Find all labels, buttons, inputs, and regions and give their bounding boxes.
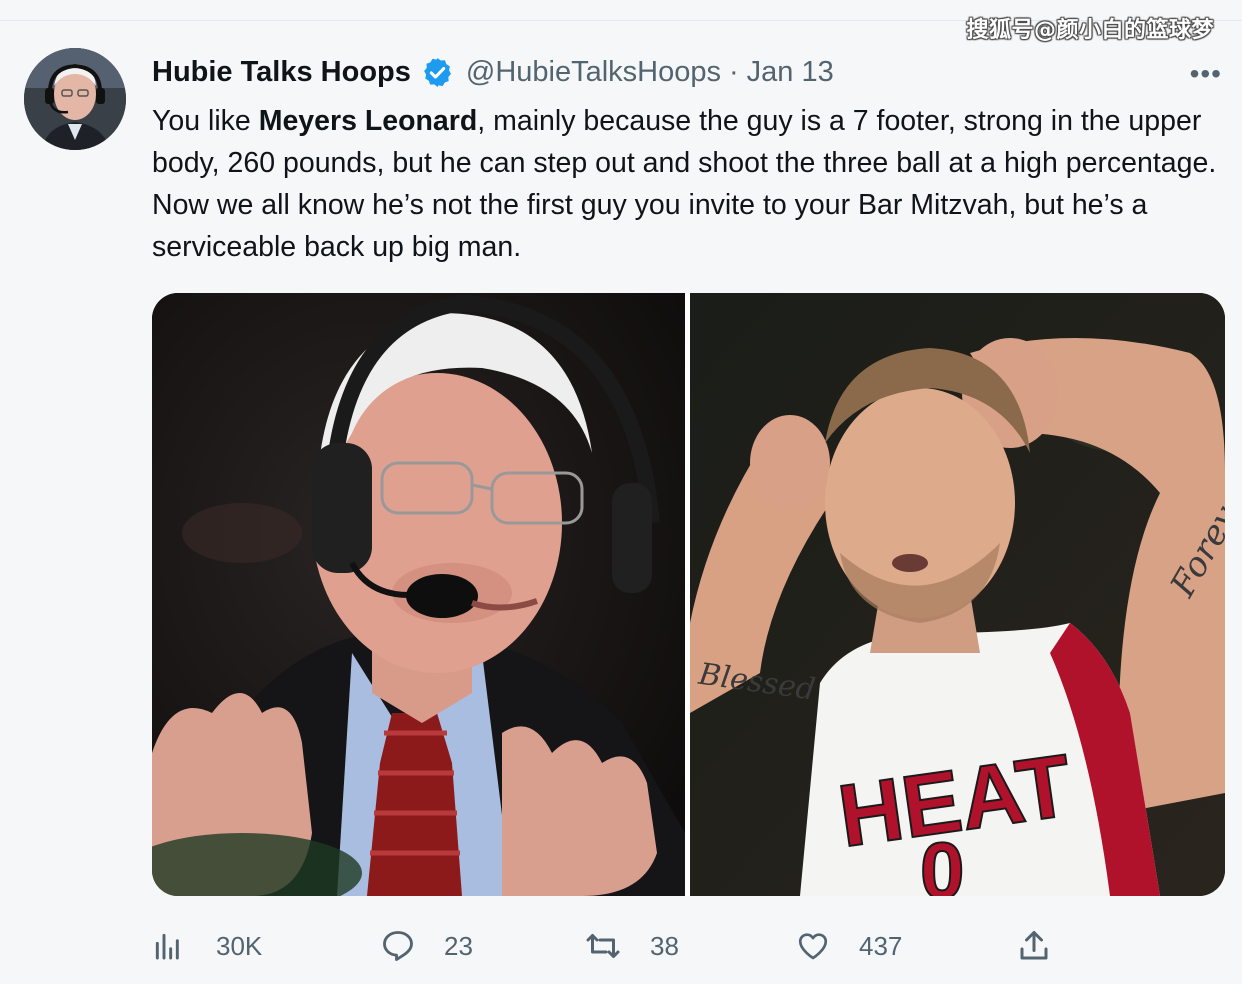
tweet-date[interactable]: Jan 13 [747, 56, 834, 89]
views-count: 30K [216, 930, 263, 961]
author-name[interactable]: Hubie Talks Hoops [152, 56, 411, 89]
retweet-count: 38 [650, 930, 679, 961]
tweet-text-part1: You like [152, 105, 259, 137]
analytics-icon [155, 933, 179, 960]
avatar[interactable] [24, 48, 126, 150]
reply-count: 23 [444, 930, 473, 961]
tweet-media[interactable]: HEAT 0 Blessed Forever [152, 293, 1225, 896]
like-count: 437 [859, 930, 903, 961]
author-handle[interactable]: @HubieTalksHoops [466, 56, 721, 89]
verified-badge-icon [424, 57, 451, 87]
share-icon [1020, 931, 1048, 960]
share-button[interactable] [1016, 926, 1052, 966]
tweet-text-mention: Meyers Leonard [258, 105, 478, 137]
retweet-icon [586, 934, 620, 958]
media-left-photo[interactable] [152, 293, 685, 896]
heart-icon [798, 933, 828, 960]
avatar-image [24, 48, 126, 150]
jersey-number: 0 [920, 826, 965, 896]
tweet-text: You like Meyers Leonard, mainly because … [152, 100, 1232, 268]
views-button[interactable]: 30K [152, 926, 262, 966]
more-options-button[interactable]: ••• [1190, 58, 1222, 90]
retweet-button[interactable]: 38 [584, 926, 679, 966]
reply-button[interactable]: 23 [380, 926, 473, 966]
player-photo: HEAT 0 Blessed Forever [690, 293, 1225, 896]
tweet-action-bar: 30K 23 38 437 [152, 926, 1232, 966]
like-button[interactable]: 437 [795, 926, 902, 966]
tweet-header: Hubie Talks Hoops @HubieTalksHoops · Jan… [152, 54, 1212, 90]
commentator-photo [152, 293, 685, 896]
media-right-photo[interactable]: HEAT 0 Blessed Forever [690, 293, 1225, 896]
reply-icon [383, 931, 413, 961]
watermark: 搜狐号@颜小白的篮球梦 [966, 18, 1214, 43]
header-separator: · [729, 55, 739, 88]
